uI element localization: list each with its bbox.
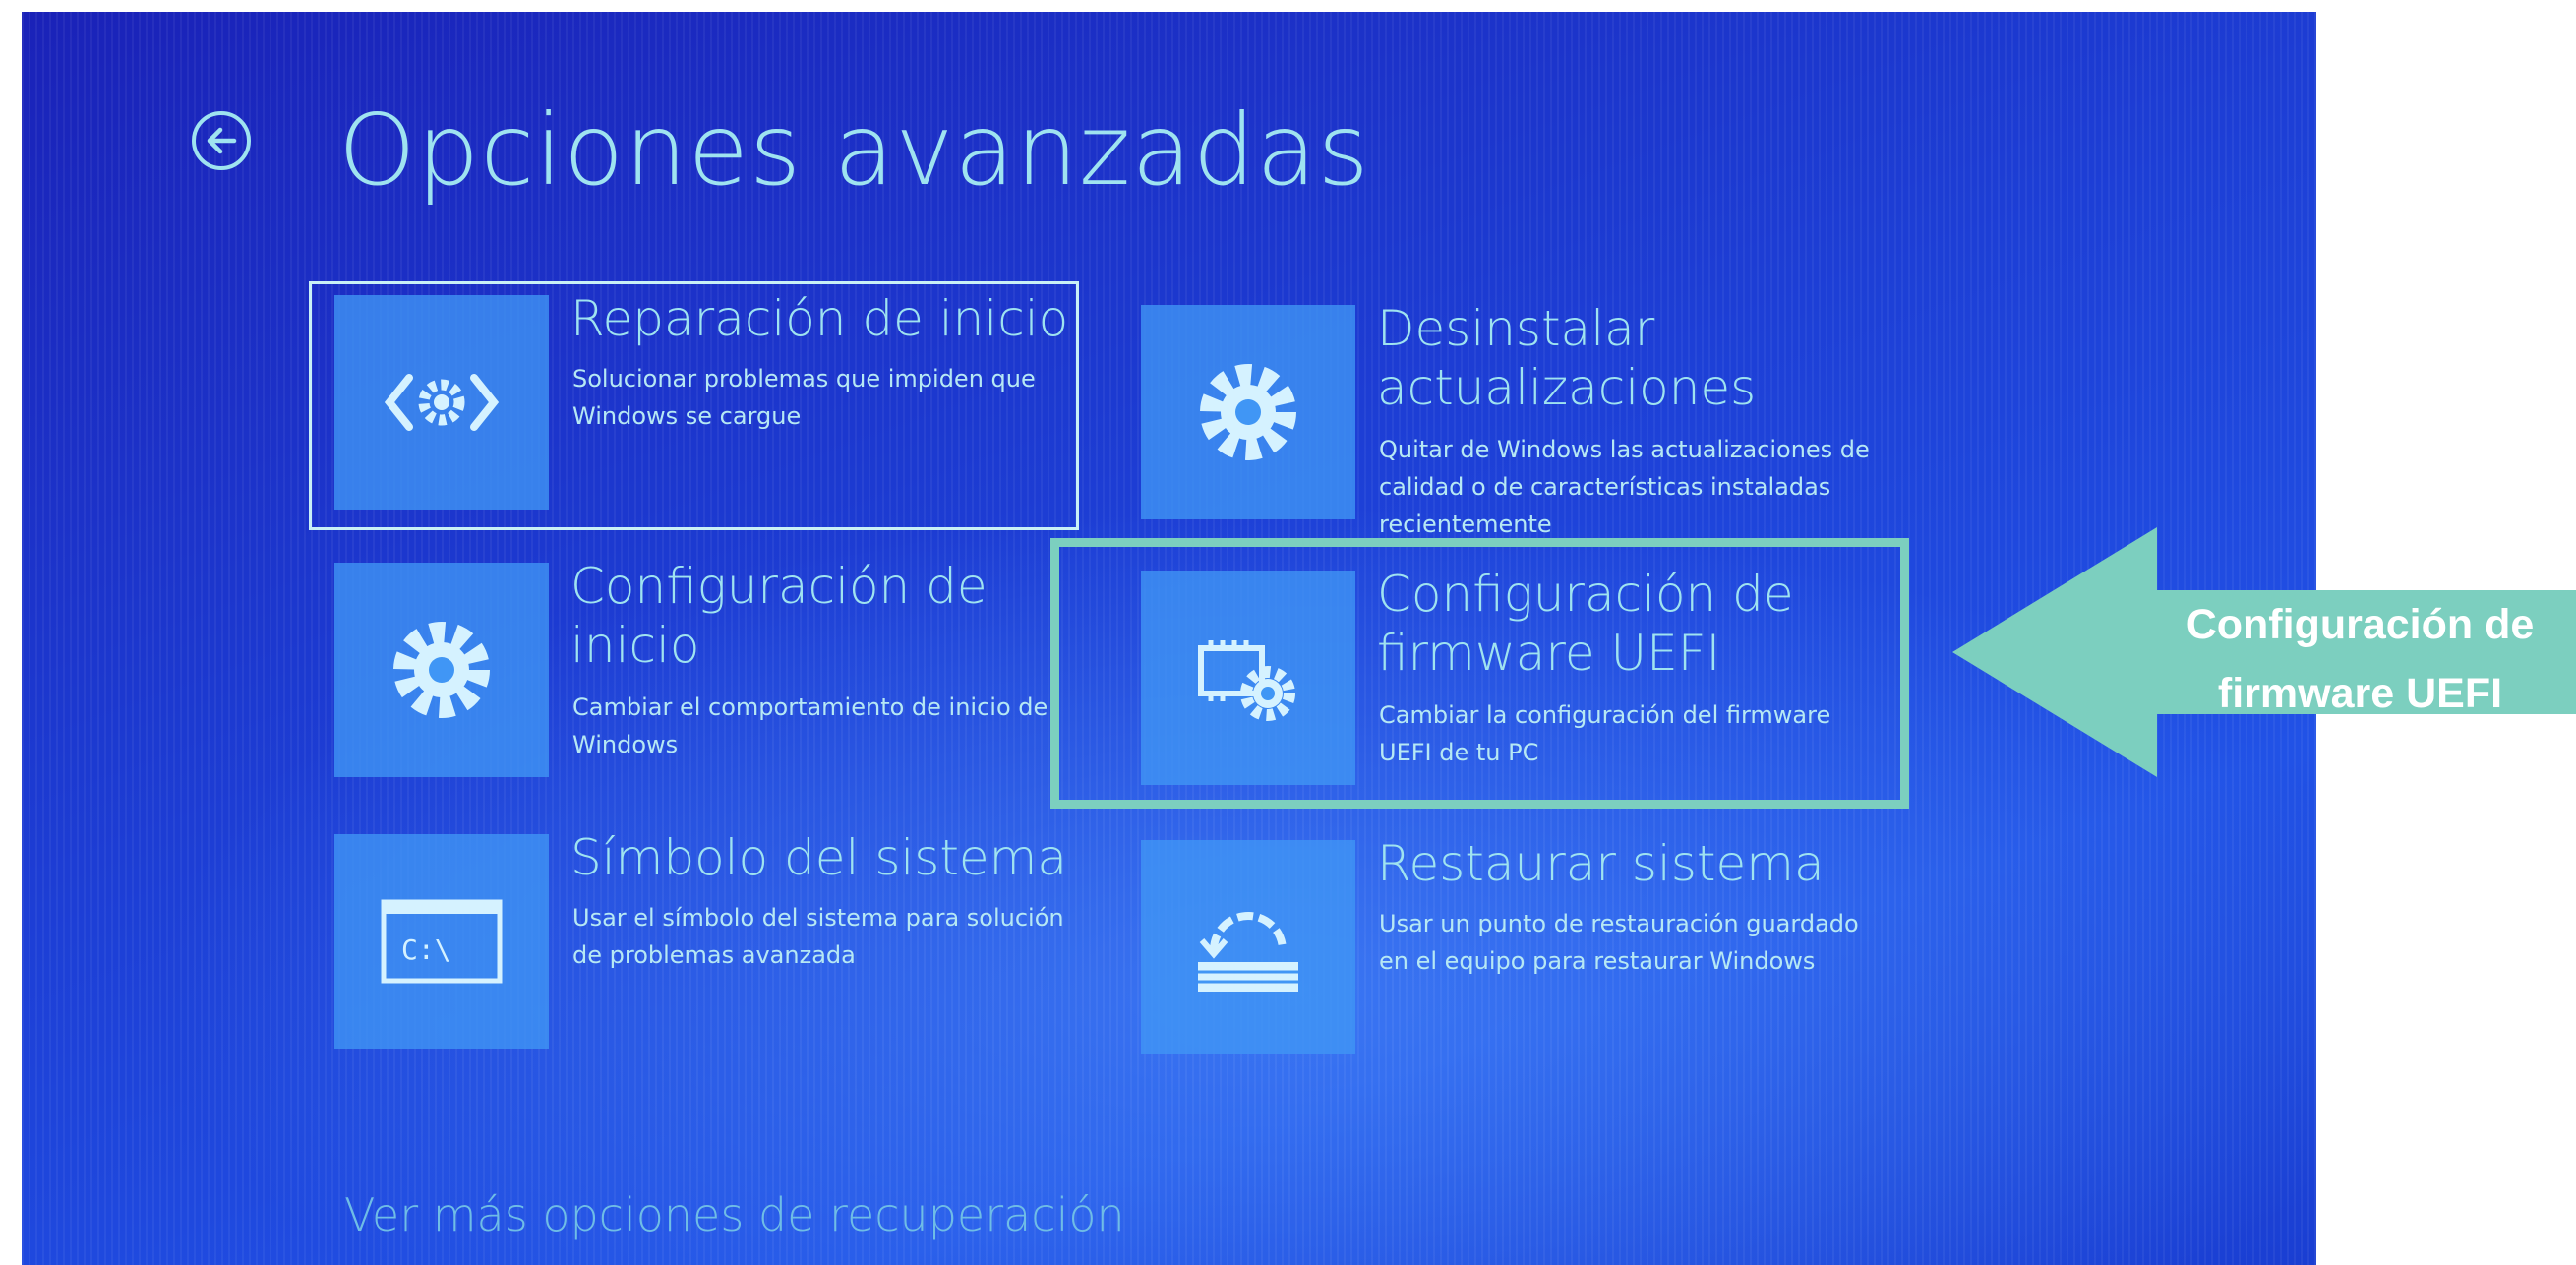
command-prompt-icon: C:\ <box>381 899 503 984</box>
option-description: Solucionar problemas que impiden que Win… <box>572 365 1036 430</box>
option-description: Usar el símbolo del sistema para solució… <box>572 904 1064 969</box>
startup-repair-tile <box>334 295 549 510</box>
option-uninstall-updates[interactable]: Desinstalar actualizaciones Quitar de Wi… <box>1141 300 1928 551</box>
option-description: Usar un punto de restauración guardado e… <box>1379 910 1859 975</box>
option-description: Cambiar el comportamiento de inicio de W… <box>572 693 1048 758</box>
option-title: Desinstalar actualizaciones <box>1377 300 1757 416</box>
more-recovery-options-link[interactable]: Ver más opciones de recuperación <box>344 1188 1125 1241</box>
option-title: Configuración de inicio <box>570 558 988 674</box>
option-startup-settings[interactable]: Configuración de inicio Cambiar el compo… <box>334 558 1121 809</box>
page-title: Opciones avanzadas <box>338 92 1370 208</box>
system-restore-tile <box>1141 840 1355 1054</box>
option-command-prompt[interactable]: C:\ Símbolo del sistema Usar el símbolo … <box>334 829 1121 1080</box>
back-arrow-icon[interactable] <box>191 110 252 171</box>
option-title: Restaurar sistema <box>1377 835 1825 892</box>
startup-settings-tile <box>334 563 549 777</box>
command-prompt-tile: C:\ <box>334 834 549 1049</box>
option-title: Reparación de inicio <box>570 290 1069 347</box>
system-restore-icon <box>1198 912 1298 992</box>
option-startup-repair[interactable]: Reparación de inicio Solucionar problema… <box>334 290 1121 541</box>
startup-repair-icon <box>384 374 500 431</box>
uninstall-updates-tile <box>1141 305 1355 519</box>
gear-icon <box>1200 364 1296 460</box>
option-system-restore[interactable]: Restaurar sistema Usar un punto de resta… <box>1141 835 1928 1086</box>
option-description: Quitar de Windows las actualizaciones de… <box>1379 436 1870 538</box>
gear-icon <box>393 622 490 718</box>
uefi-highlight-box <box>1050 538 1909 809</box>
option-title: Símbolo del sistema <box>570 829 1068 886</box>
annotation-label: Configuración de firmware UEFI <box>2186 601 2535 717</box>
prompt-text: C:\ <box>401 934 451 966</box>
